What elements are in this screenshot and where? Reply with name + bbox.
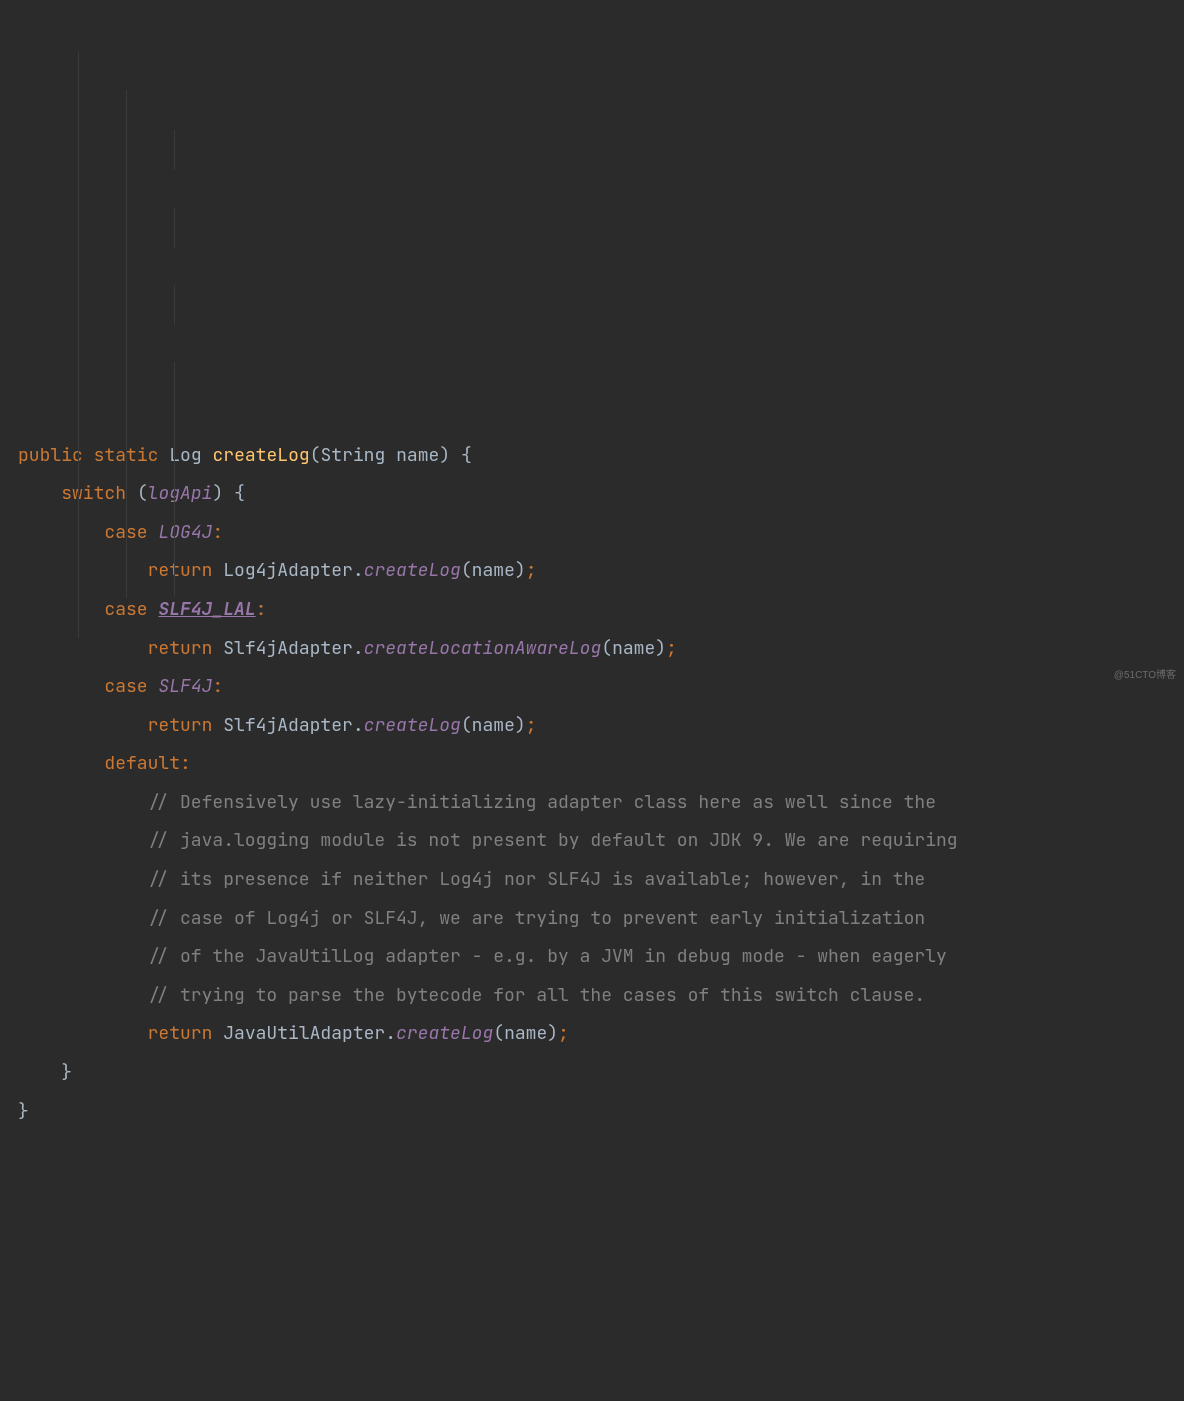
keyword-case: case xyxy=(104,675,147,698)
indent-guide xyxy=(126,90,127,598)
call-createlog: createLog xyxy=(364,559,461,582)
call-createlocationawarelog: createLocationAwareLog xyxy=(364,637,602,660)
keyword-default: default xyxy=(104,752,180,775)
arg-name: name xyxy=(612,637,655,660)
arg-name: name xyxy=(472,559,515,582)
code-editor[interactable]: public static Log createLog(String name)… xyxy=(18,437,1184,1132)
dot: . xyxy=(353,637,364,660)
class-slf4jadapter: Slf4jAdapter xyxy=(223,714,353,737)
code-line: } xyxy=(18,1100,29,1123)
semicolon: ; xyxy=(558,1022,569,1045)
keyword-return: return xyxy=(148,714,213,737)
call-createlog: createLog xyxy=(396,1022,493,1045)
code-line: case SLF4J_LAL: xyxy=(18,598,266,621)
paren-open: ( xyxy=(461,714,472,737)
paren-close: ) xyxy=(515,714,526,737)
watermark: @51CTO博客 xyxy=(1114,657,1176,696)
dot: . xyxy=(353,559,364,582)
comment: // Defensively use lazy-initializing ada… xyxy=(148,791,936,814)
keyword-case: case xyxy=(104,598,147,621)
arg-name: name xyxy=(472,714,515,737)
code-line: switch (logApi) { xyxy=(18,482,245,505)
semicolon: ; xyxy=(526,559,537,582)
comment: // java.logging module is not present by… xyxy=(148,829,958,852)
paren-open: ( xyxy=(137,482,148,505)
paren-close: ) xyxy=(212,482,223,505)
class-slf4jadapter: Slf4jAdapter xyxy=(223,637,353,660)
keyword-return: return xyxy=(148,637,213,660)
indent-guide xyxy=(174,285,175,325)
code-line: case SLF4J: xyxy=(18,675,223,698)
code-line: case LOG4J: xyxy=(18,521,223,544)
class-log4jadapter: Log4jAdapter xyxy=(223,559,353,582)
paren-open: ( xyxy=(461,559,472,582)
const-log4j: LOG4J xyxy=(158,521,212,544)
code-line: // of the JavaUtilLog adapter - e.g. by … xyxy=(18,945,947,968)
paren-close: ) xyxy=(547,1022,558,1045)
code-line: // trying to parse the bytecode for all … xyxy=(18,984,925,1007)
paren-close: ) xyxy=(515,559,526,582)
code-line: return Log4jAdapter.createLog(name); xyxy=(18,559,537,582)
indent-guide xyxy=(174,362,175,596)
field-logapi: logApi xyxy=(148,482,213,505)
keyword-return: return xyxy=(148,559,213,582)
code-line: return Slf4jAdapter.createLog(name); xyxy=(18,714,537,737)
dot: . xyxy=(385,1022,396,1045)
code-line: public static Log createLog(String name)… xyxy=(18,444,472,467)
comment: // case of Log4j or SLF4J, we are trying… xyxy=(148,907,926,930)
brace-close: } xyxy=(18,1100,29,1123)
colon: : xyxy=(212,675,223,698)
param-name: name xyxy=(396,444,439,467)
dot: . xyxy=(353,714,364,737)
code-line: // case of Log4j or SLF4J, we are trying… xyxy=(18,907,925,930)
comment: // of the JavaUtilLog adapter - e.g. by … xyxy=(148,945,947,968)
keyword-public: public xyxy=(18,444,83,467)
indent-guide xyxy=(174,130,175,170)
indent-guide xyxy=(174,208,175,248)
keyword-return: return xyxy=(148,1022,213,1045)
colon: : xyxy=(212,521,223,544)
code-line: // its presence if neither Log4j nor SLF… xyxy=(18,868,925,891)
indent-guide xyxy=(78,52,79,638)
colon: : xyxy=(256,598,267,621)
semicolon: ; xyxy=(666,637,677,660)
keyword-switch: switch xyxy=(61,482,126,505)
colon: : xyxy=(180,752,191,775)
semicolon: ; xyxy=(526,714,537,737)
code-line: return Slf4jAdapter.createLocationAwareL… xyxy=(18,637,677,660)
paren-open: ( xyxy=(601,637,612,660)
paren-open: ( xyxy=(310,444,321,467)
comment: // trying to parse the bytecode for all … xyxy=(148,984,926,1007)
paren-close: ) xyxy=(439,444,450,467)
comment: // its presence if neither Log4j nor SLF… xyxy=(148,868,926,891)
code-line: default: xyxy=(18,752,191,775)
brace-open: { xyxy=(234,482,245,505)
class-javautiladapter: JavaUtilAdapter xyxy=(223,1022,385,1045)
const-slf4j: SLF4J xyxy=(158,675,212,698)
paren-open: ( xyxy=(493,1022,504,1045)
method-name: createLog xyxy=(212,444,309,467)
call-createlog: createLog xyxy=(364,714,461,737)
code-line: // java.logging module is not present by… xyxy=(18,829,958,852)
type-string: String xyxy=(320,444,385,467)
code-line: } xyxy=(18,1061,72,1084)
brace-open: { xyxy=(461,444,472,467)
const-slf4j-lal-link[interactable]: SLF4J_LAL xyxy=(158,598,255,621)
arg-name: name xyxy=(504,1022,547,1045)
code-line: // Defensively use lazy-initializing ada… xyxy=(18,791,936,814)
code-line: return JavaUtilAdapter.createLog(name); xyxy=(18,1022,569,1045)
brace-close: } xyxy=(61,1061,72,1084)
paren-close: ) xyxy=(655,637,666,660)
